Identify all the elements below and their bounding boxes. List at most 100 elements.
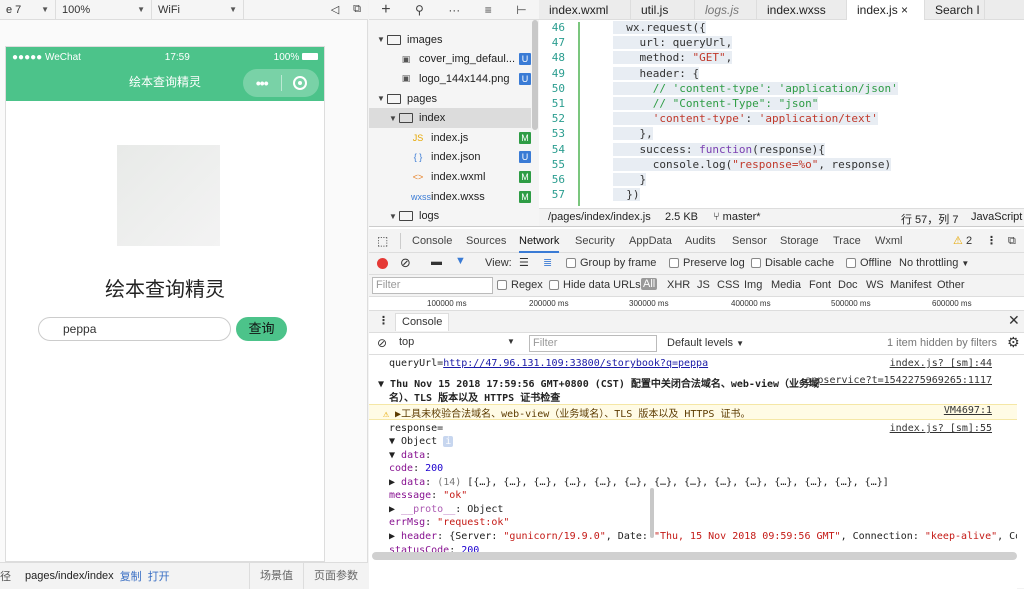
scene-value-tab[interactable]: 场景值 xyxy=(249,562,303,589)
type-filter-js[interactable]: JS xyxy=(697,279,710,291)
console-drawer-tab[interactable]: Console xyxy=(395,313,450,331)
console-filter-input[interactable]: Filter xyxy=(529,335,657,352)
split-icon[interactable]: ⊢ xyxy=(516,3,526,17)
editor-tab[interactable]: util.js xyxy=(631,0,695,20)
devtools-tab-network[interactable]: Network xyxy=(519,229,560,253)
tree-item-index-wxml[interactable]: <> index.wxml M xyxy=(369,167,531,187)
tree-item-index[interactable]: ▼ index xyxy=(369,108,531,128)
search-icon[interactable]: ⚲ xyxy=(415,3,424,17)
console-source-link[interactable]: appservice?t=1542275969265:1117 xyxy=(805,375,992,386)
offline-checkbox[interactable]: Offline xyxy=(846,257,892,269)
search-input[interactable]: peppa xyxy=(38,317,231,341)
devtools-tab-trace[interactable]: Trace xyxy=(833,229,861,253)
devtools-tab-audits[interactable]: Audits xyxy=(685,229,716,253)
file-tree: ▼ images ▣ cover_img_defaul... U ▣ logo_144x14… xyxy=(369,20,539,226)
waterfall-view-icon[interactable]: ≣ xyxy=(543,256,552,269)
editor-tab[interactable]: index.wxss xyxy=(757,0,847,20)
git-branch[interactable]: ⑂ master* xyxy=(713,211,761,223)
network-filter-input[interactable]: Filter xyxy=(372,277,493,294)
type-filter-font[interactable]: Font xyxy=(809,279,831,291)
throttling-select[interactable]: No throttling ▼ xyxy=(899,257,969,269)
devtools-tab-storage[interactable]: Storage xyxy=(780,229,819,253)
editor-tab[interactable]: logs.js xyxy=(695,0,757,20)
editor-tab[interactable]: index.wxml xyxy=(539,0,631,20)
open-link[interactable]: 打开 xyxy=(148,568,170,584)
tree-item-index-wxss[interactable]: wxss index.wxss M xyxy=(369,187,531,207)
group-by-frame-checkbox[interactable]: Group by frame xyxy=(566,257,656,269)
type-filter-doc[interactable]: Doc xyxy=(838,279,858,291)
code-line: 48 method: "GET", xyxy=(539,51,1024,66)
devtools-tab-console[interactable]: Console xyxy=(412,229,452,253)
add-icon[interactable]: + xyxy=(381,1,390,19)
type-filter-xhr[interactable]: XHR xyxy=(667,279,690,291)
tree-item-logs[interactable]: ▼ logs xyxy=(369,206,531,226)
drawer-menu-icon[interactable]: ⋮ xyxy=(378,314,389,327)
console-drawer-header: ⋮ Console ✕ xyxy=(369,311,1024,333)
log-levels-select[interactable]: Default levels ▼ xyxy=(667,337,744,349)
speaker-icon[interactable]: ◁ xyxy=(324,3,346,16)
network-select[interactable]: WiFi ▼ xyxy=(152,0,244,20)
tree-scrollbar[interactable] xyxy=(532,20,538,130)
tree-item-pages[interactable]: ▼ pages xyxy=(369,89,531,109)
inspect-icon[interactable]: ⬚ xyxy=(377,234,388,248)
devtools-tab-appdata[interactable]: AppData xyxy=(629,229,672,253)
devtools-tab-sources[interactable]: Sources xyxy=(466,229,506,253)
tree-item-index-js[interactable]: JS index.js M xyxy=(369,128,531,148)
git-status-badge: U xyxy=(519,151,531,164)
code-editor[interactable]: 46 wx.request({47 url: queryUrl, 48 metho… xyxy=(539,20,1024,208)
type-filter-img[interactable]: Img xyxy=(744,279,762,291)
dock-icon[interactable]: ⧉ xyxy=(1008,229,1016,253)
console-source-link[interactable]: index.js? [sm]:44 xyxy=(890,358,992,369)
tree-item-images[interactable]: ▼ images xyxy=(369,30,531,50)
disable-cache-checkbox[interactable]: Disable cache xyxy=(751,257,834,269)
warning-count[interactable]: ⚠ 2 xyxy=(953,229,972,253)
camera-icon[interactable]: ▬ xyxy=(431,256,442,268)
editor-tab[interactable]: Search I xyxy=(925,0,985,20)
hide-data-urls-checkbox[interactable]: Hide data URLs xyxy=(549,279,641,291)
regex-checkbox[interactable]: Regex xyxy=(497,279,543,291)
clear-console-icon[interactable]: ⊘ xyxy=(377,336,387,350)
tree-item-logo-144x144-png[interactable]: ▣ logo_144x144.png U xyxy=(369,69,531,89)
console-source-link[interactable]: VM4697:1 xyxy=(944,405,992,416)
context-select[interactable]: top ▼ xyxy=(399,336,519,348)
devtools-tab-wxml[interactable]: Wxml xyxy=(875,229,903,253)
type-filter-other[interactable]: Other xyxy=(937,279,965,291)
page-params-tab[interactable]: 页面参数 xyxy=(303,562,368,589)
cursor-position[interactable]: 行 57，列 7 xyxy=(901,211,958,227)
clear-icon[interactable]: ⊘ xyxy=(400,255,411,271)
type-filter-manifest[interactable]: Manifest xyxy=(890,279,932,291)
language-mode[interactable]: JavaScript xyxy=(971,211,1022,223)
close-drawer-icon[interactable]: ✕ xyxy=(1008,312,1020,329)
collapse-icon[interactable]: ≡ xyxy=(485,3,492,17)
editor-tab[interactable]: index.js × xyxy=(847,0,925,20)
type-filter-all[interactable]: All xyxy=(641,278,658,290)
line-number: 48 xyxy=(551,51,565,65)
settings-gear-icon[interactable]: ⚙ xyxy=(1007,334,1020,351)
copy-link[interactable]: 复制 xyxy=(120,568,142,584)
tree-item-label: index.js xyxy=(431,131,469,144)
tree-item-index-json[interactable]: { } index.json U xyxy=(369,148,531,168)
device-select[interactable]: e 7 ▼ xyxy=(0,0,56,20)
search-button[interactable]: 查询 xyxy=(236,317,287,341)
preserve-log-checkbox[interactable]: Preserve log xyxy=(669,257,745,269)
type-filter-ws[interactable]: WS xyxy=(866,279,884,291)
devtools-tab-sensor[interactable]: Sensor xyxy=(732,229,767,253)
type-filter-media[interactable]: Media xyxy=(771,279,801,291)
horizontal-scrollbar[interactable] xyxy=(372,552,1017,560)
console-source-link[interactable]: index.js? [sm]:55 xyxy=(890,423,992,434)
record-icon[interactable] xyxy=(377,258,388,269)
tree-item-cover-img-defaul-[interactable]: ▣ cover_img_defaul... U xyxy=(369,50,531,70)
devtools-tab-security[interactable]: Security xyxy=(575,229,615,253)
close-tab-icon[interactable]: × xyxy=(898,3,908,17)
kebab-menu-icon[interactable]: ⋮ xyxy=(986,229,997,253)
close-mini-program-icon[interactable] xyxy=(281,76,319,90)
more-icon[interactable]: ••• xyxy=(243,75,281,91)
list-view-icon[interactable]: ☰ xyxy=(519,256,529,269)
popout-icon[interactable]: ⧉ xyxy=(346,3,368,16)
code-text: console.log("response=%o", response) xyxy=(613,157,892,171)
zoom-select[interactable]: 100% ▼ xyxy=(56,0,152,20)
more-icon[interactable]: ··· xyxy=(448,3,460,17)
type-filter-css[interactable]: CSS xyxy=(717,279,740,291)
filter-icon[interactable]: ▼ xyxy=(455,255,466,267)
console-scrollbar[interactable] xyxy=(650,488,654,538)
